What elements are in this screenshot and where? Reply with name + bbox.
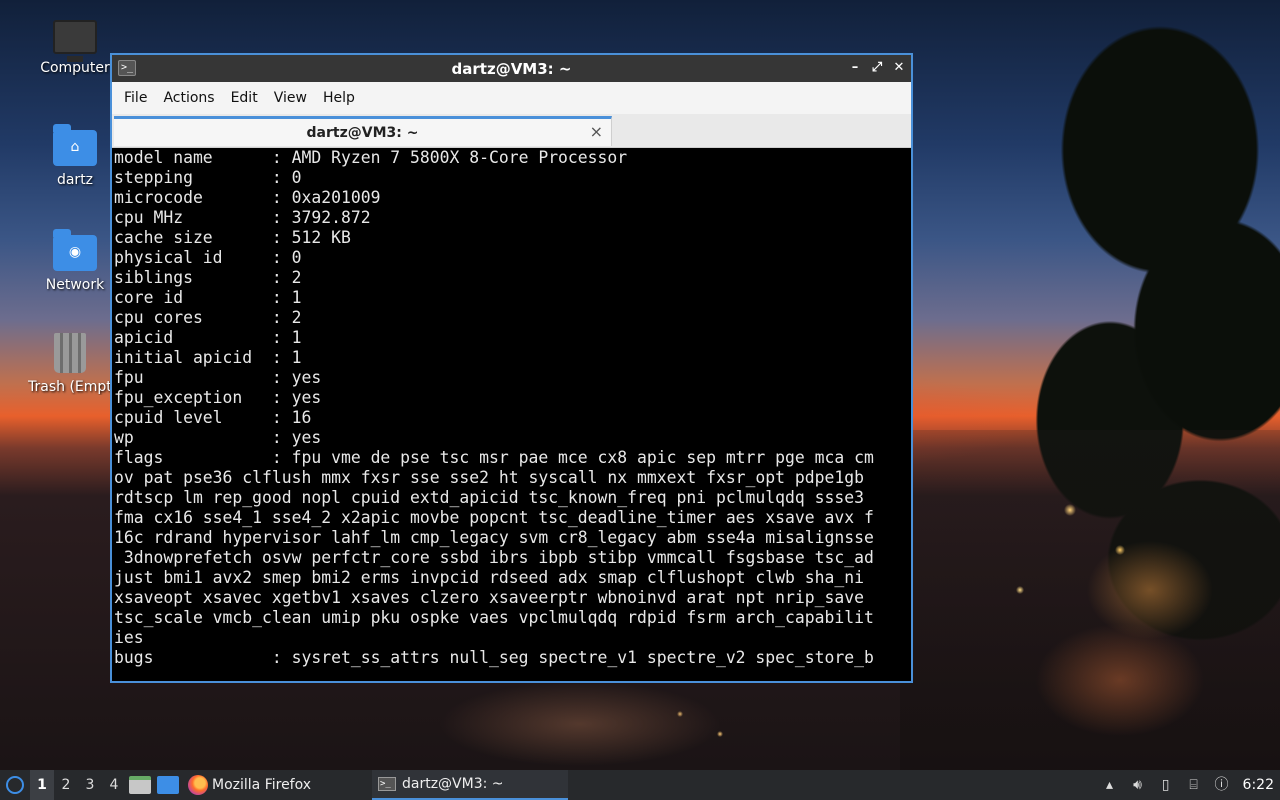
desktop-icon-label: dartz	[56, 172, 94, 188]
window-title: dartz@VM3: ~	[451, 59, 572, 78]
terminal-line: stepping : 0	[114, 168, 302, 187]
task-firefox[interactable]: Mozilla Firefox	[182, 770, 372, 800]
menu-file[interactable]: File	[116, 90, 155, 106]
terminal-line: apicid : 1	[114, 328, 302, 347]
terminal-line: fma cx16 sse4_1 sse4_2 x2apic movbe popc…	[114, 508, 874, 527]
terminal-window[interactable]: >_ dartz@VM3: ~ – ⤢ ✕ File Actions Edit …	[110, 53, 913, 683]
workspace-4[interactable]: 4	[102, 770, 126, 800]
terminal-line: flags : fpu vme de pse tsc msr pae mce c…	[114, 448, 874, 467]
wallpaper-town-lower	[380, 684, 980, 770]
task-label: dartz@VM3: ~	[402, 776, 504, 792]
workspace-2[interactable]: 2	[54, 770, 78, 800]
maximize-icon[interactable]: ⤢	[869, 58, 885, 78]
system-tray: ▴ 🔊︎ ▯ ⌸ ⓘ 6:22	[1101, 770, 1280, 800]
terminal-line: core id : 1	[114, 288, 302, 307]
menu-bar: File Actions Edit View Help	[112, 82, 911, 114]
terminal-line: physical id : 0	[114, 248, 302, 267]
minimize-icon[interactable]: –	[847, 58, 863, 78]
close-icon[interactable]: ✕	[891, 58, 907, 78]
network-folder-icon: ◉	[53, 229, 97, 271]
terminal-line: rdtscp lm rep_good nopl cpuid extd_apici…	[114, 488, 864, 507]
window-titlebar[interactable]: >_ dartz@VM3: ~ – ⤢ ✕	[112, 55, 911, 82]
terminal-line: tsc_scale vmcb_clean umip pku ospke vaes…	[114, 608, 874, 627]
terminal-line: cpu cores : 2	[114, 308, 302, 327]
terminal-line: siblings : 2	[114, 268, 302, 287]
menu-edit[interactable]: Edit	[223, 90, 266, 106]
show-desktop-icon[interactable]	[157, 776, 179, 794]
terminal-line: initial apicid : 1	[114, 348, 302, 367]
workspace-3[interactable]: 3	[78, 770, 102, 800]
terminal-line: fpu : yes	[114, 368, 322, 387]
tab-terminal[interactable]: dartz@VM3: ~ ×	[114, 116, 612, 146]
terminal-line: ov pat pse36 clflush mmx fxsr sse sse2 h…	[114, 468, 864, 487]
desktop-icon-home[interactable]: ⌂ dartz	[35, 122, 115, 188]
computer-icon	[53, 20, 97, 62]
workspace-1[interactable]: 1	[30, 770, 54, 800]
trash-icon	[54, 333, 86, 373]
taskbar: 1 2 3 4 Mozilla Firefox >_ dartz@VM3: ~ …	[0, 770, 1280, 800]
terminal-line: 16c rdrand hypervisor lahf_lm cmp_legacy…	[114, 528, 874, 547]
start-menu-button[interactable]	[0, 770, 30, 800]
menu-view[interactable]: View	[266, 90, 315, 106]
terminal-line: cpu MHz : 3792.872	[114, 208, 371, 227]
notification-icon[interactable]: ⓘ	[1213, 776, 1231, 794]
terminal-line: just bmi1 avx2 smep bmi2 erms invpcid rd…	[114, 568, 864, 587]
home-folder-icon: ⌂	[53, 124, 97, 166]
terminal-line: bugs : sysret_ss_attrs null_seg spectre_…	[114, 648, 874, 667]
tab-bar: dartz@VM3: ~ ×	[112, 114, 911, 148]
terminal-icon: >_	[378, 777, 396, 791]
terminal-line: microcode : 0xa201009	[114, 188, 381, 207]
desktop-icon-label: Trash (Empty)	[28, 379, 112, 395]
terminal-app-icon[interactable]: >_	[118, 60, 136, 76]
clock[interactable]: 6:22	[1243, 777, 1274, 793]
menu-help[interactable]: Help	[315, 90, 363, 106]
desktop-icon-label: Computer	[40, 60, 110, 76]
desktop-icon-network[interactable]: ◉ Network	[35, 227, 115, 293]
volume-icon[interactable]: 🔊︎	[1129, 776, 1147, 794]
terminal-output[interactable]: model name : AMD Ryzen 7 5800X 8-Core Pr…	[112, 148, 911, 681]
distro-logo-icon	[6, 776, 24, 794]
tray-arrow-icon[interactable]: ▴	[1101, 776, 1119, 794]
task-terminal[interactable]: >_ dartz@VM3: ~	[372, 770, 568, 800]
terminal-line: xsaveopt xsavec xgetbv1 xsaves clzero xs…	[114, 588, 864, 607]
clipboard-icon[interactable]: ▯	[1157, 776, 1175, 794]
terminal-line: wp : yes	[114, 428, 322, 447]
firefox-icon	[188, 775, 208, 795]
network-icon[interactable]: ⌸	[1185, 776, 1203, 794]
file-manager-icon[interactable]	[129, 776, 151, 794]
terminal-line: fpu_exception : yes	[114, 388, 322, 407]
tab-label: dartz@VM3: ~	[306, 124, 419, 141]
tab-close-icon[interactable]: ×	[590, 122, 603, 141]
terminal-line: cache size : 512 KB	[114, 228, 351, 247]
terminal-line: ies	[114, 628, 144, 647]
desktop-icon-trash[interactable]: Trash (Empty)	[28, 333, 112, 395]
terminal-line: model name : AMD Ryzen 7 5800X 8-Core Pr…	[114, 148, 628, 167]
terminal-line: cpuid level : 16	[114, 408, 312, 427]
menu-actions[interactable]: Actions	[155, 90, 222, 106]
desktop-icon-computer[interactable]: Computer	[35, 16, 115, 76]
task-label: Mozilla Firefox	[212, 777, 312, 793]
desktop-icon-label: Network	[45, 277, 105, 293]
terminal-line: 3dnowprefetch osvw perfctr_core ssbd ibr…	[114, 548, 874, 567]
